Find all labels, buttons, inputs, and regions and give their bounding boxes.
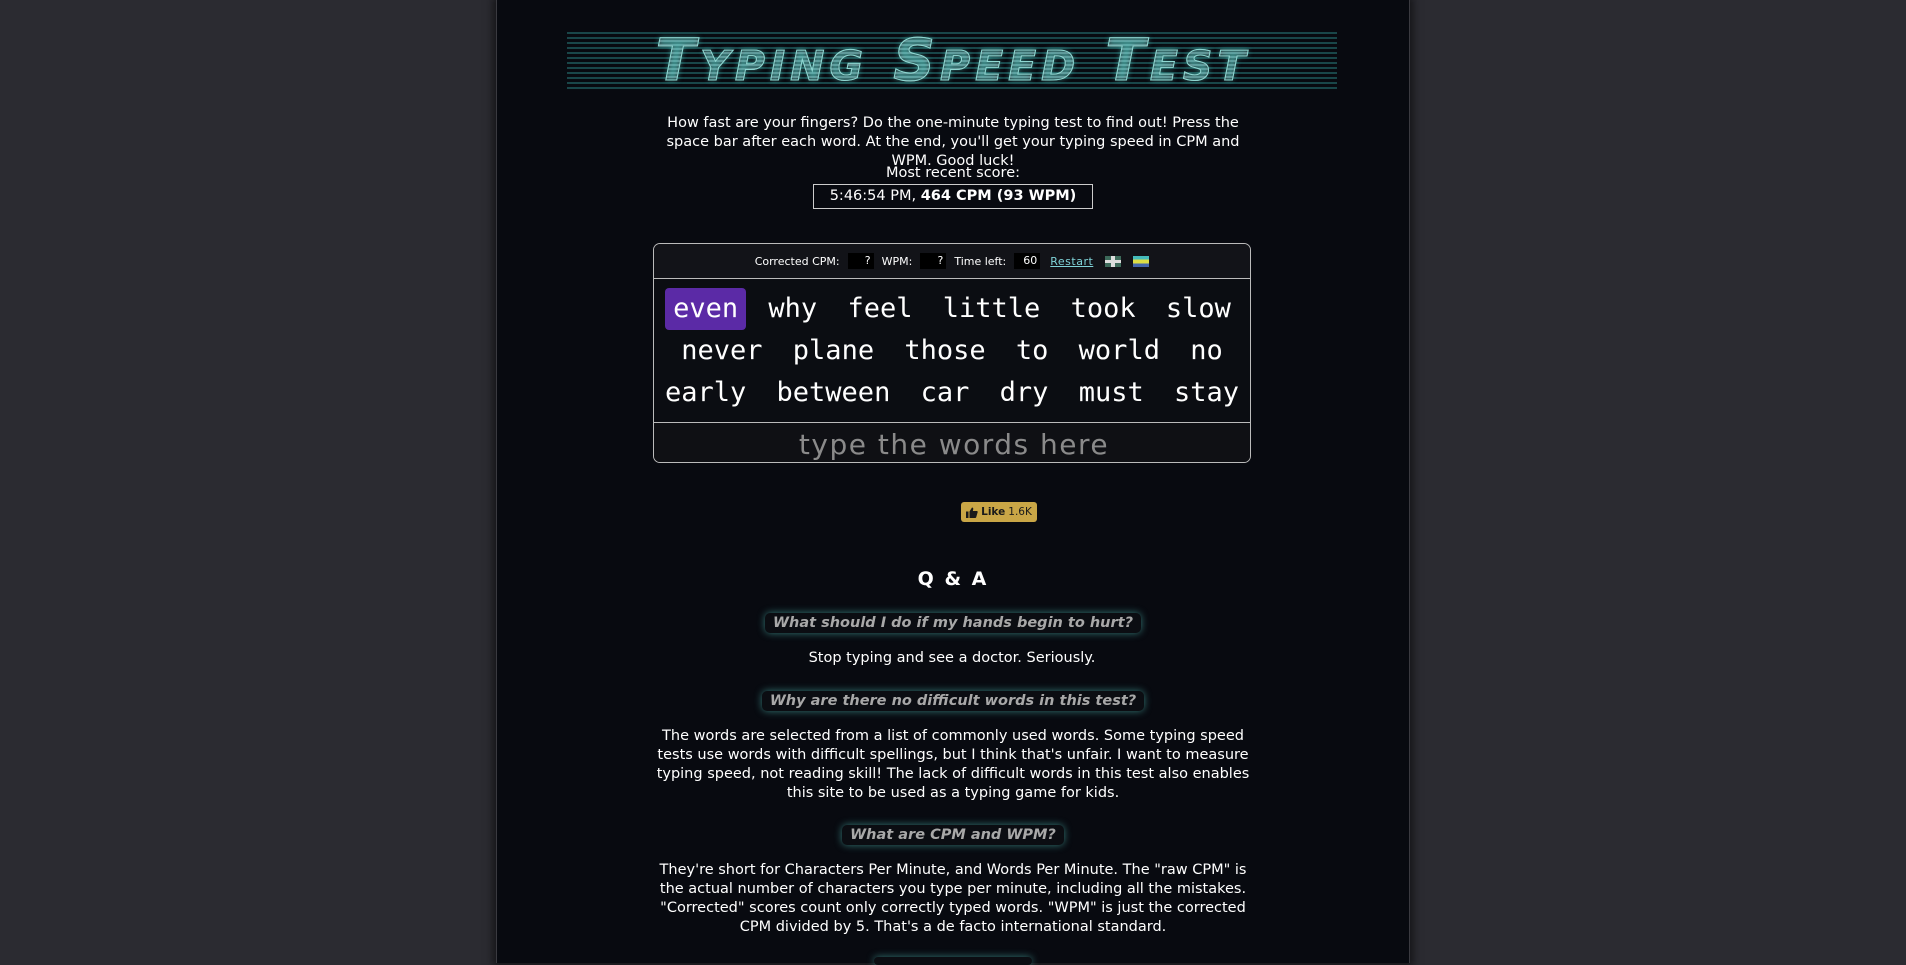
word: must: [1078, 377, 1144, 408]
time-left-label: Time left:: [954, 254, 1007, 268]
wpm-label: WPM:: [881, 254, 913, 268]
thumbs-up-icon: [966, 507, 978, 518]
word: no: [1190, 335, 1223, 366]
qa-heading: Q & A: [917, 568, 989, 590]
word: slow: [1165, 293, 1231, 324]
word-line: even why feel little took slow: [654, 288, 1250, 330]
faq-question-text: What should I do if my hands begin to hu…: [765, 613, 1141, 633]
faq-answer: They're short for Characters Per Minute,…: [659, 862, 1247, 935]
word: never: [681, 335, 763, 366]
typing-test-panel: Corrected CPM: ? WPM: ? Time left: 60 Re…: [653, 243, 1251, 463]
word: between: [776, 377, 891, 408]
stats-bar: Corrected CPM: ? WPM: ? Time left: 60 Re…: [654, 244, 1250, 279]
faq-answer: The words are selected from a list of co…: [656, 728, 1250, 801]
uk-flag-icon[interactable]: [1105, 255, 1122, 267]
word: car: [920, 377, 970, 408]
recent-score-time: 5:46:54 PM,: [829, 188, 917, 204]
like-button[interactable]: Like 1.6K: [961, 502, 1037, 522]
recent-score-box: 5:46:54 PM, 464 CPM (93 WPM): [813, 184, 1093, 209]
like-label: Like: [981, 506, 1006, 518]
word: stay: [1173, 377, 1240, 408]
next-question-partial: [874, 957, 1032, 965]
word: took: [1070, 293, 1136, 324]
faq-question-text: What are CPM and WPM?: [842, 825, 1064, 845]
wpm-value: ?: [920, 253, 947, 269]
faq-answer: Stop typing and see a doctor. Seriously.: [808, 650, 1096, 666]
like-count: 1.6K: [1008, 506, 1032, 518]
language-flag-icon[interactable]: [1133, 255, 1150, 267]
word-line: early between car dry must stay: [654, 372, 1250, 414]
recent-score-label: Most recent score:: [885, 165, 1021, 181]
intro-text: How fast are your fingers? Do the one-mi…: [666, 115, 1240, 169]
word: plane: [792, 335, 875, 366]
faq-question: What should I do if my hands begin to hu…: [497, 612, 1409, 633]
faq-question: Why are there no difficult words in this…: [497, 690, 1409, 711]
cpm-label: Corrected CPM:: [754, 254, 840, 268]
typing-input[interactable]: [654, 423, 1250, 462]
word: to: [1015, 335, 1049, 366]
page-column: Typing Speed Test How fast are your fing…: [496, 0, 1410, 965]
word-line: never plane those to world no: [654, 330, 1250, 372]
current-word: even: [665, 288, 747, 330]
faq-question-text: Why are there no difficult words in this…: [761, 691, 1145, 711]
page-title: Typing Speed Test: [655, 20, 1251, 100]
restart-link[interactable]: Restart: [1050, 255, 1093, 268]
faq-question: What are CPM and WPM?: [497, 824, 1409, 845]
word: world: [1078, 335, 1160, 366]
cpm-value: ?: [847, 253, 874, 269]
recent-score-value: 464 CPM (93 WPM): [920, 188, 1077, 204]
word-display: even why feel little took slow never pla…: [654, 279, 1250, 423]
word: early: [664, 377, 747, 408]
word: feel: [847, 293, 913, 324]
word: little: [942, 293, 1041, 324]
word: why: [768, 293, 818, 324]
title-banner: Typing Speed Test: [497, 20, 1409, 100]
time-left-value: 60: [1014, 253, 1041, 269]
word: dry: [999, 377, 1049, 408]
word: those: [904, 335, 986, 366]
